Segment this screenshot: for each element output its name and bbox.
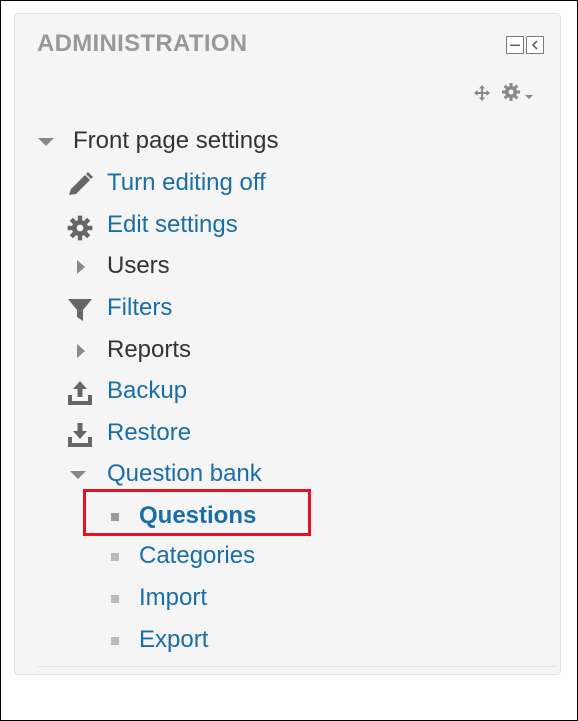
administration-block: ADMINISTRATION Front page settings Turn … (14, 13, 561, 675)
pencil-icon (65, 171, 95, 199)
tree-item-label[interactable]: Turn editing off (107, 169, 266, 197)
tree-item-label[interactable]: Backup (107, 377, 187, 405)
highlight-annotation-box (83, 489, 311, 536)
screenshot-frame: ADMINISTRATION Front page settings Turn … (0, 0, 578, 721)
caret-down-icon[interactable] (37, 134, 55, 150)
tree-item-label[interactable]: Restore (107, 419, 191, 447)
bullet-icon (111, 595, 119, 603)
move-icon[interactable] (473, 84, 491, 107)
tree-item-label[interactable]: Filters (107, 294, 172, 322)
block-title: ADMINISTRATION (37, 30, 248, 57)
tree-item-export[interactable]: Export (15, 624, 555, 658)
tree-item-filters[interactable]: Filters (15, 292, 555, 326)
tree-item-label[interactable]: Question bank (107, 460, 262, 488)
minus-square-icon[interactable] (506, 36, 524, 54)
download-icon (66, 421, 94, 449)
tree-item-import[interactable]: Import (15, 582, 555, 616)
tree-root-label: Front page settings (73, 127, 279, 154)
caret-down-icon[interactable] (69, 468, 87, 482)
tree-item-label[interactable]: Edit settings (107, 211, 238, 239)
tree-item-reports[interactable]: Reports (15, 334, 555, 368)
tree-item-label[interactable]: Categories (139, 542, 255, 570)
gear-icon[interactable] (501, 82, 521, 107)
funnel-icon (67, 297, 93, 323)
caret-right-icon[interactable] (75, 342, 87, 360)
bullet-icon (111, 637, 119, 645)
block-divider (37, 666, 557, 667)
caret-down-icon[interactable] (524, 88, 534, 106)
tree-item-backup[interactable]: Backup (15, 375, 555, 409)
tree-item-categories[interactable]: Categories (15, 540, 555, 574)
tree-item-question-bank[interactable]: Question bank (15, 458, 555, 492)
tree-item-label: Users (107, 252, 170, 279)
tree-item-label[interactable]: Export (139, 626, 208, 654)
collapse-left-icon[interactable] (526, 36, 544, 54)
tree-root-front-page-settings[interactable]: Front page settings (15, 125, 555, 159)
tree-item-label: Reports (107, 336, 192, 363)
gear-icon (67, 215, 93, 241)
upload-icon (66, 379, 94, 407)
bullet-icon (111, 553, 119, 561)
tree-item-turn-editing-off[interactable]: Turn editing off (15, 167, 555, 201)
tree-item-restore[interactable]: Restore (15, 417, 555, 451)
tree-item-edit-settings[interactable]: Edit settings (15, 209, 555, 243)
tree-item-users[interactable]: Users (15, 250, 555, 284)
caret-right-icon[interactable] (75, 258, 87, 276)
tree-item-label[interactable]: Import (139, 584, 207, 612)
